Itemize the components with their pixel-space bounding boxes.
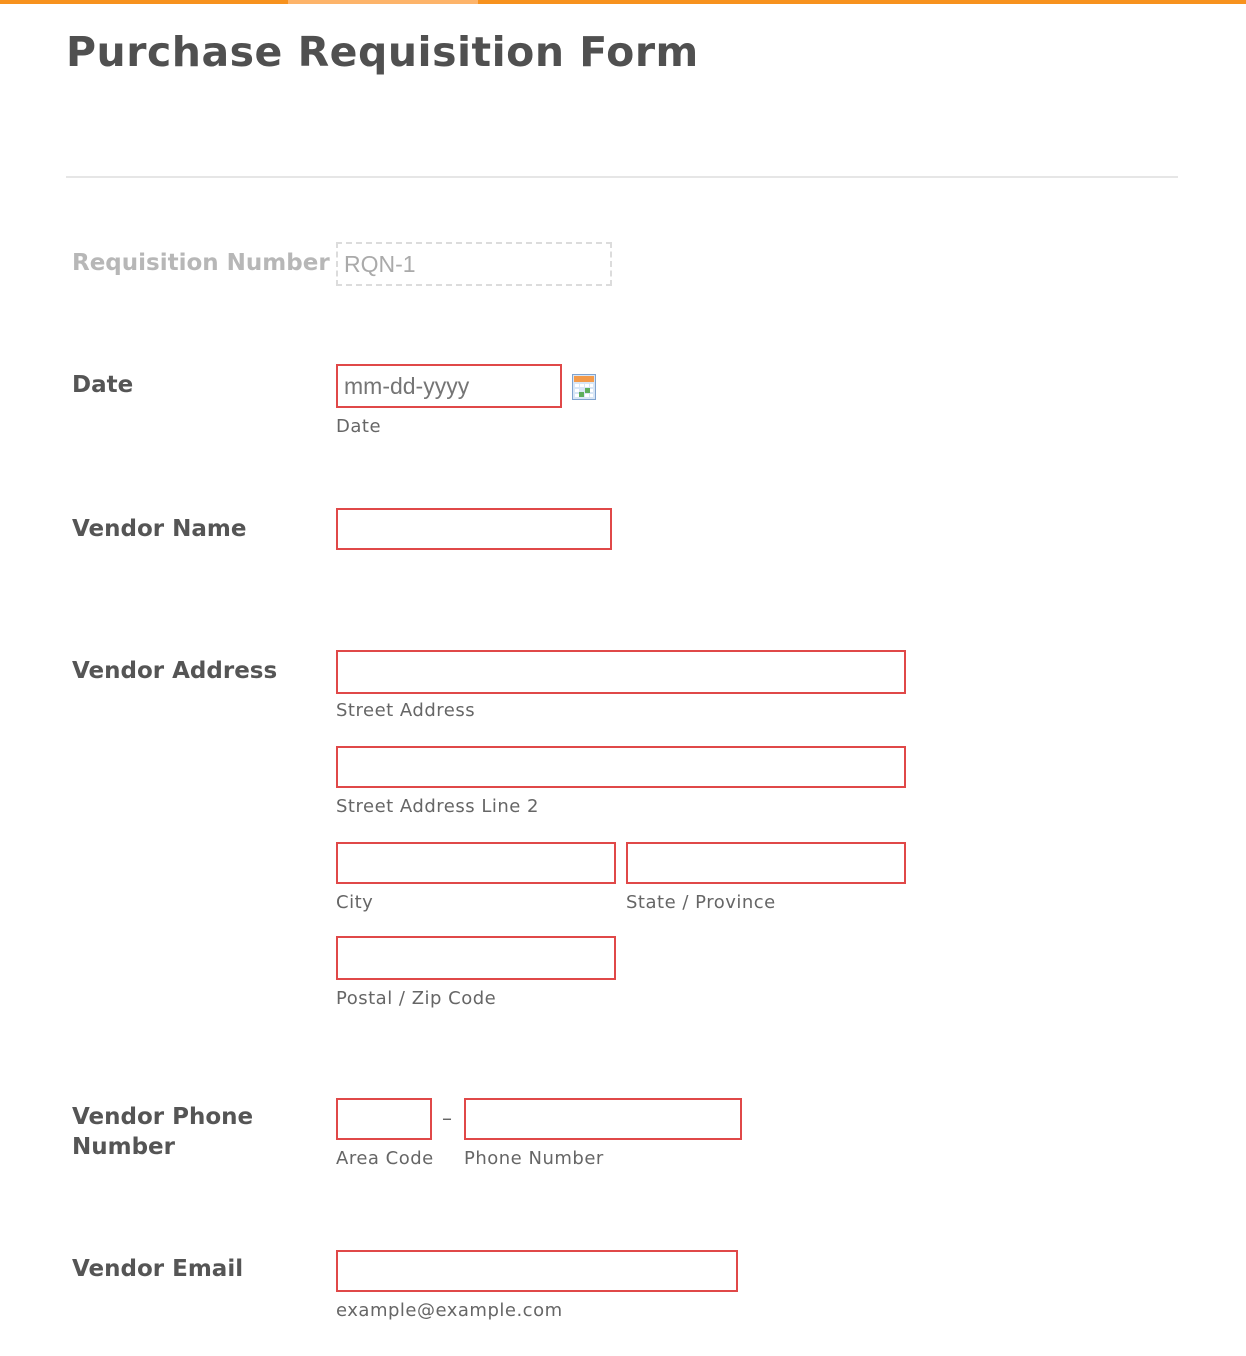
vendor-phone-label-line1: Vendor Phone [72, 1104, 254, 1130]
city-input[interactable] [336, 842, 616, 884]
street-address-input[interactable] [336, 650, 906, 694]
area-code-sublabel: Area Code [336, 1148, 434, 1169]
street-address-line2-input[interactable] [336, 746, 906, 788]
requisition-number-field [336, 242, 612, 286]
vendor-email-sublabel: example@example.com [336, 1300, 563, 1321]
top-accent-bar-highlight [288, 0, 478, 4]
street-address-sublabel: Street Address [336, 700, 476, 721]
phone-separator: – [442, 1106, 452, 1130]
vendor-email-label: Vendor Email [72, 1256, 244, 1282]
area-code-input[interactable] [336, 1098, 432, 1140]
vendor-email-input[interactable] [336, 1250, 738, 1292]
vendor-name-input[interactable] [336, 508, 612, 550]
state-province-input[interactable] [626, 842, 906, 884]
postal-zip-input[interactable] [336, 936, 616, 980]
phone-number-input[interactable] [464, 1098, 742, 1140]
calendar-icon[interactable] [572, 374, 596, 400]
top-accent-bar [0, 0, 1246, 4]
date-sublabel: Date [336, 416, 382, 437]
vendor-phone-label-line2: Number [72, 1134, 175, 1160]
phone-number-sublabel: Phone Number [464, 1148, 604, 1169]
vendor-name-label: Vendor Name [72, 516, 247, 542]
requisition-number-label: Requisition Number [72, 250, 330, 276]
state-province-sublabel: State / Province [626, 892, 776, 913]
header-divider [66, 176, 1178, 178]
vendor-address-label: Vendor Address [72, 658, 278, 684]
postal-zip-sublabel: Postal / Zip Code [336, 988, 497, 1009]
street-address-line2-sublabel: Street Address Line 2 [336, 796, 540, 817]
page-title: Purchase Requisition Form [66, 28, 699, 76]
date-label: Date [72, 372, 134, 398]
city-sublabel: City [336, 892, 374, 913]
date-input[interactable] [336, 364, 562, 408]
